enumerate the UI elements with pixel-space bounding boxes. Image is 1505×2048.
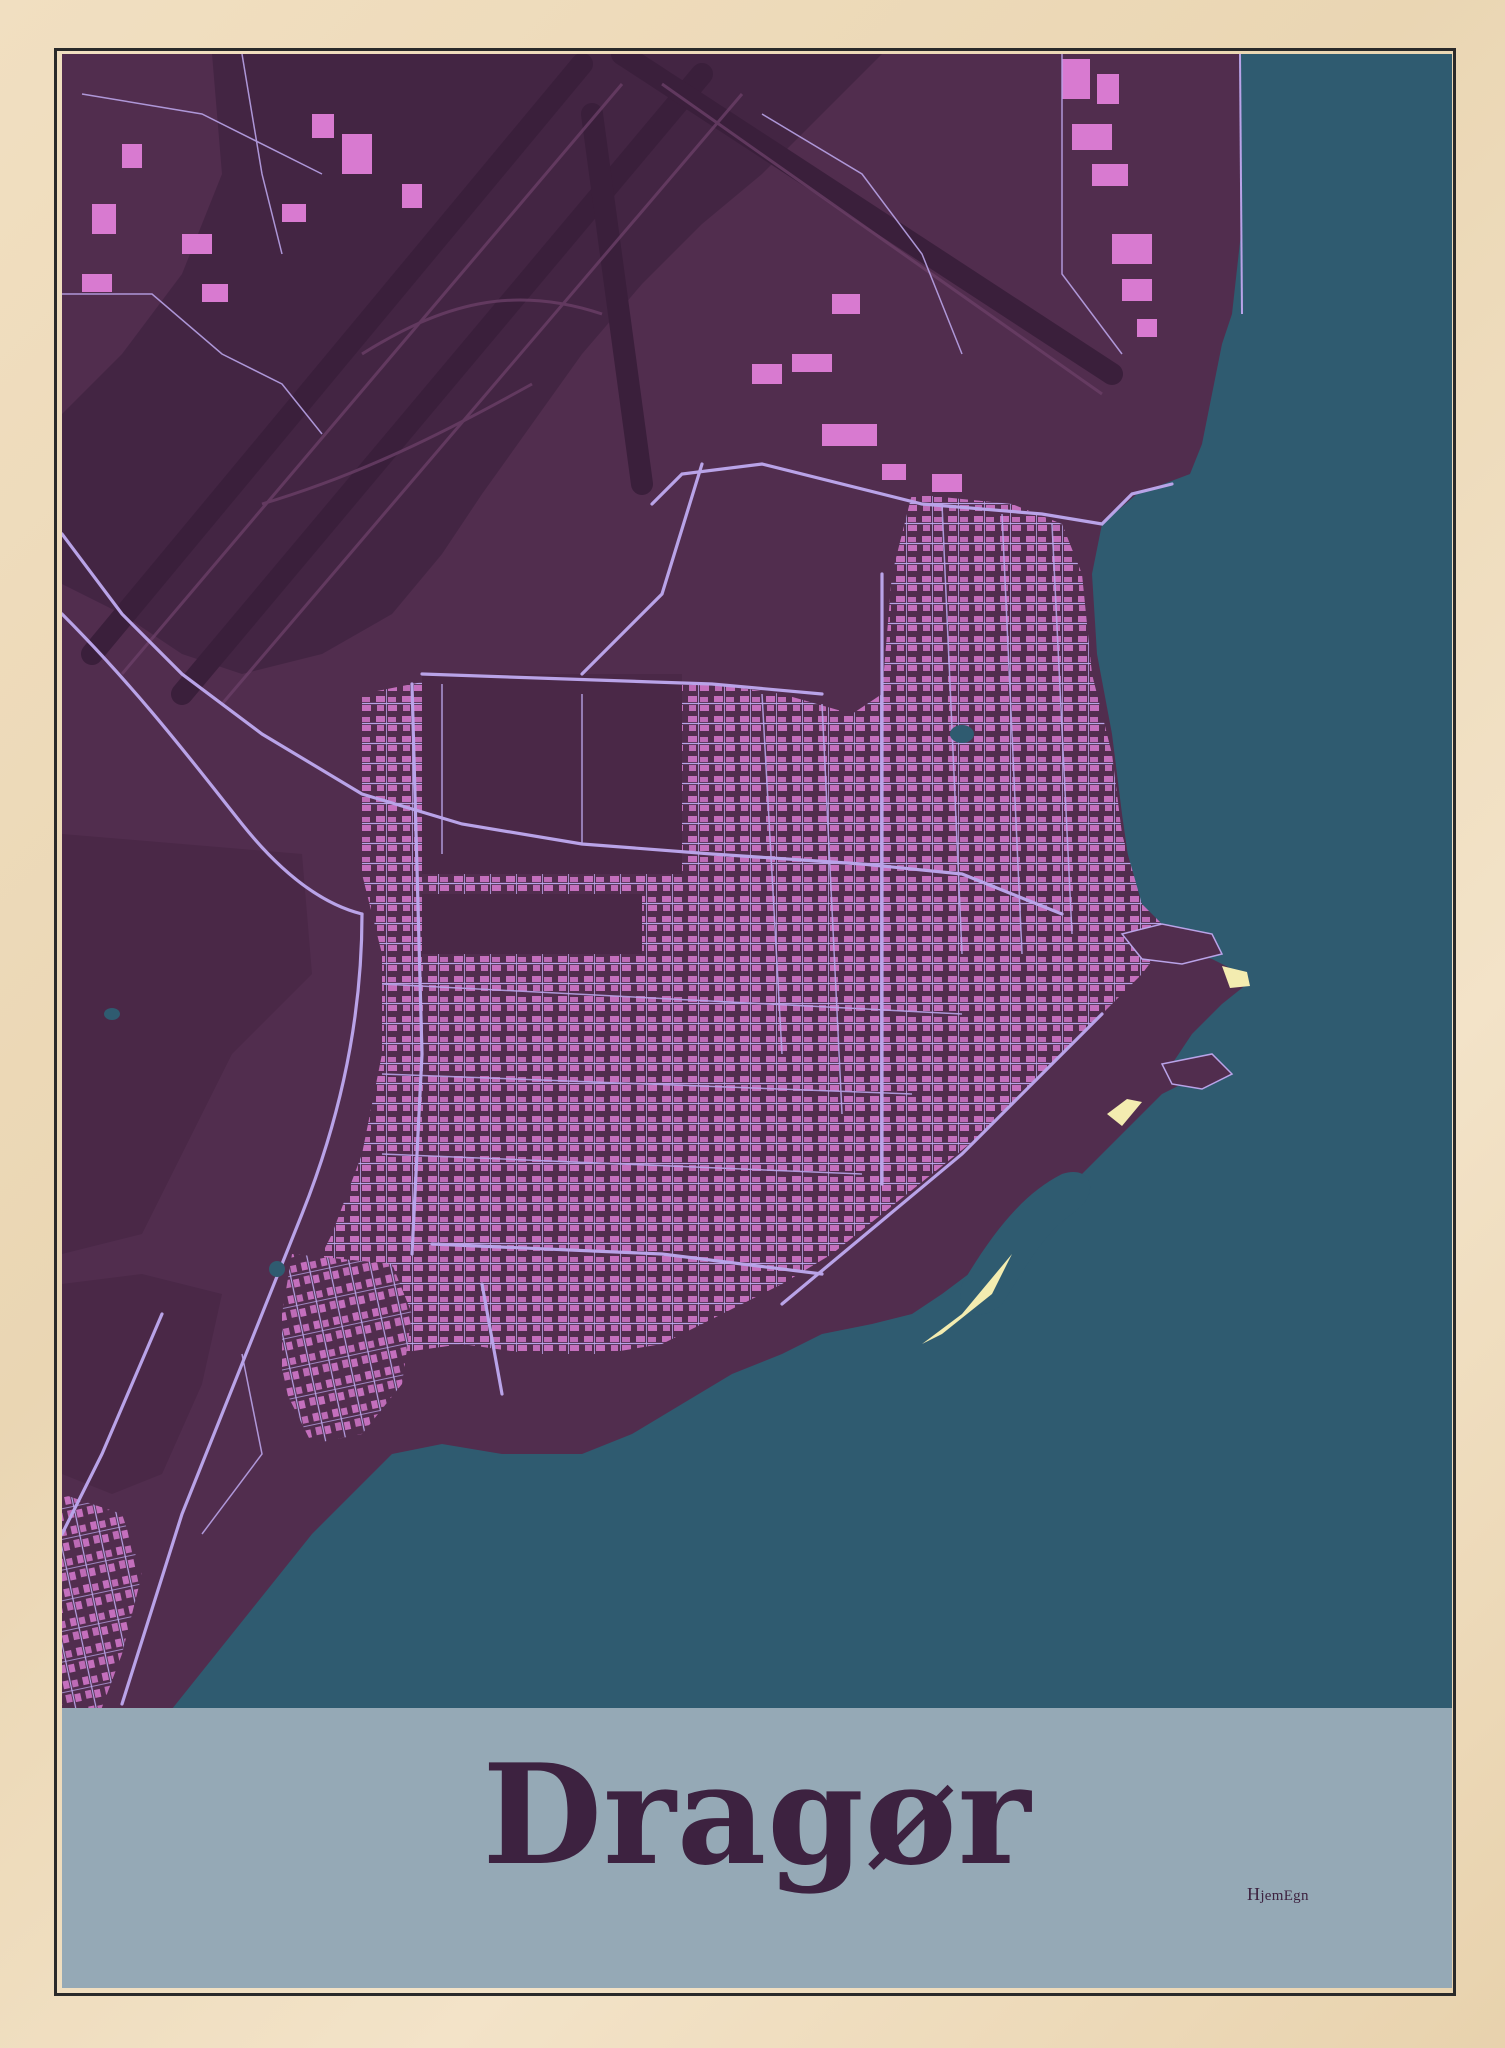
poster: Dragør HjemEgn <box>62 54 1452 1988</box>
brand-initial: H <box>1247 1884 1261 1904</box>
wooden-frame: Dragør HjemEgn <box>0 0 1505 2048</box>
brand-logo: HjemEgn <box>1247 1884 1309 1905</box>
poster-title: Dragør <box>482 1733 1032 1896</box>
city-map <box>62 54 1452 1988</box>
brand-rest: jemEgn <box>1260 1888 1309 1904</box>
